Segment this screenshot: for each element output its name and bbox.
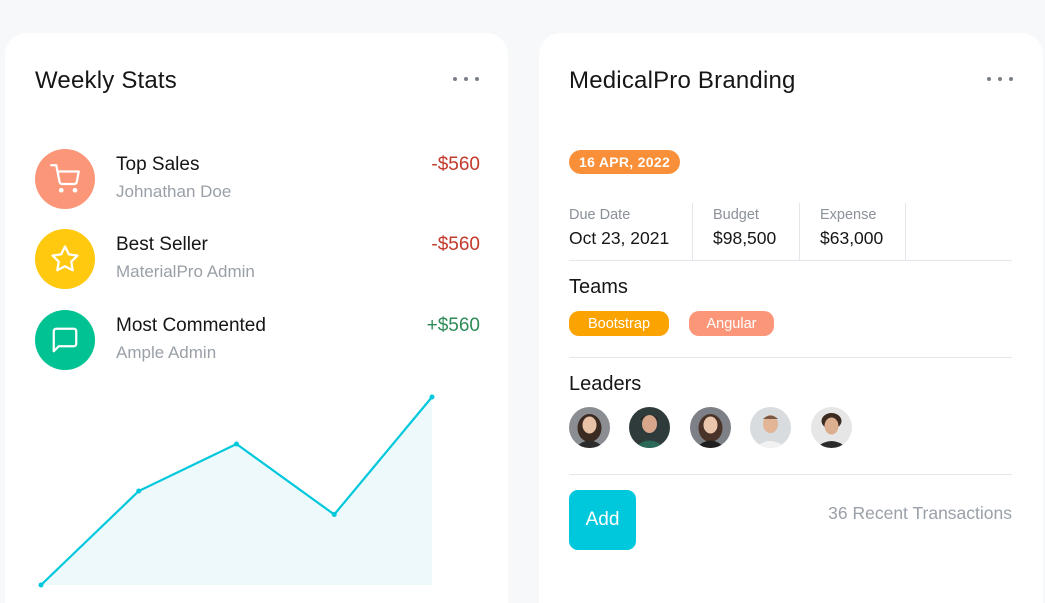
dot [464,77,468,81]
chart-area-fill [41,397,432,585]
cart-icon [35,149,95,209]
leader-avatar[interactable] [811,407,852,448]
leader-avatar[interactable] [750,407,791,448]
leader-avatar[interactable] [569,407,610,448]
chart-point [136,488,142,494]
teams-title: Teams [569,276,628,298]
chat-icon [35,310,95,370]
card-title: Weekly Stats [35,67,178,94]
leaders-title: Leaders [569,373,642,395]
stat-item-top-sales: Top Sales Johnathan Doe -$560 [35,149,480,211]
info-label: Budget [713,207,759,223]
star-icon [35,229,95,289]
info-value: $63,000 [820,228,884,248]
chart-point [429,394,435,400]
chart-point [38,582,44,588]
dot [475,77,479,81]
dot [1009,77,1013,81]
recent-transactions-text: 36 Recent Transactions [828,503,1012,523]
divider [569,260,1012,261]
chart-point [331,512,337,517]
stat-amount: +$560 [426,315,480,336]
stat-subtitle: MaterialPro Admin [116,262,255,281]
team-tag-bootstrap[interactable]: Bootstrap [569,311,669,336]
weekly-stats-card: Weekly Stats Top Sales Johnathan Doe -$5… [5,33,508,603]
info-label: Expense [820,207,877,223]
chart-point [234,441,239,447]
stat-amount: -$560 [431,234,480,255]
info-budget: Budget $98,500 [693,203,800,260]
info-value: $98,500 [713,228,777,248]
divider [569,357,1012,358]
add-button[interactable]: Add [569,490,636,550]
info-value: Oct 23, 2021 [569,228,670,248]
info-expense: Expense $63,000 [800,203,906,260]
stat-amount: -$560 [431,154,480,175]
dot [453,77,457,81]
date-badge: 16 APR, 2022 [569,150,681,174]
card-title: MedicalPro Branding [569,67,796,94]
info-label: Due Date [569,207,631,223]
weekly-area-chart [38,394,435,588]
more-options-button[interactable] [987,69,1013,89]
stat-title: Top Sales [116,154,200,175]
stat-title: Most Commented [116,315,266,336]
dot [998,77,1002,81]
stat-title: Best Seller [116,234,208,255]
medicalpro-branding-card: MedicalPro Branding 16 APR, 2022 Due Dat… [539,33,1043,603]
team-tag-angular[interactable]: Angular [689,311,774,336]
stat-subtitle: Johnathan Doe [116,182,232,201]
dot [987,77,991,81]
stat-item-best-seller: Best Seller MaterialPro Admin -$560 [35,229,480,291]
info-due-date: Due Date Oct 23, 2021 [569,203,693,260]
stat-subtitle: Ample Admin [116,343,217,362]
leader-avatar[interactable] [690,407,731,448]
more-options-button[interactable] [453,69,479,89]
divider [569,474,1012,475]
leader-avatar[interactable] [629,407,670,448]
